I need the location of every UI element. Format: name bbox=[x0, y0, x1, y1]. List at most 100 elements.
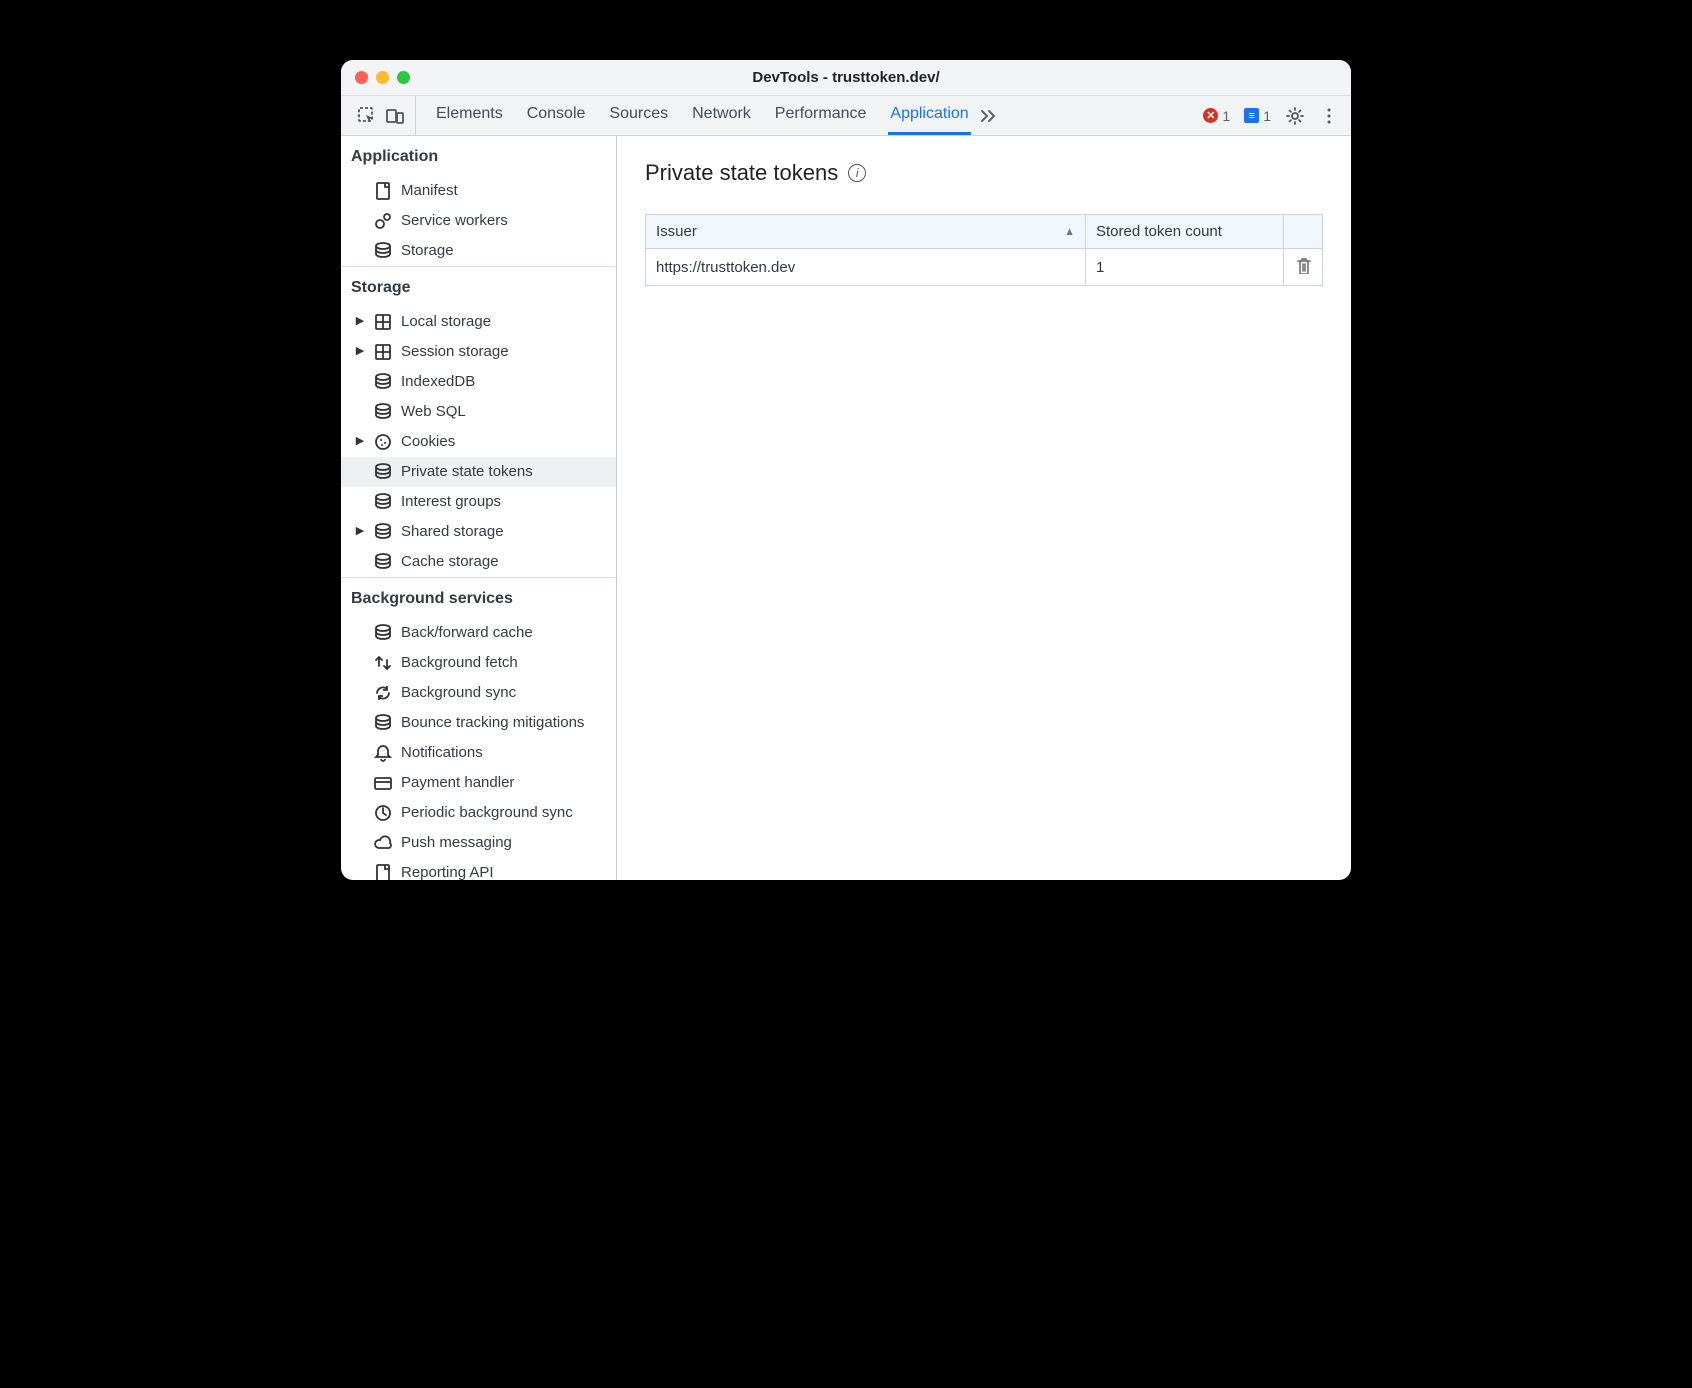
bell-icon bbox=[373, 743, 393, 763]
sidebar-item-label: Payment handler bbox=[401, 774, 608, 792]
tab-sources[interactable]: Sources bbox=[607, 96, 670, 135]
sidebar-item-label: Shared storage bbox=[401, 523, 608, 541]
sidebar-item-back-forward-cache[interactable]: ▶Back/forward cache bbox=[341, 618, 616, 648]
sidebar-item-payment-handler[interactable]: ▶Payment handler bbox=[341, 768, 616, 798]
column-header-count[interactable]: Stored token count bbox=[1086, 215, 1284, 249]
sidebar-item-background-sync[interactable]: ▶Background sync bbox=[341, 678, 616, 708]
sidebar-item-cookies[interactable]: ▶ Cookies bbox=[341, 427, 616, 457]
db-icon bbox=[373, 713, 393, 733]
sidebar-item-notifications[interactable]: ▶Notifications bbox=[341, 738, 616, 768]
sidebar-item-reporting-api[interactable]: ▶Reporting API bbox=[341, 858, 616, 880]
error-badge[interactable]: ✕ 1 bbox=[1203, 108, 1230, 124]
sidebar-item-label: Local storage bbox=[401, 313, 608, 331]
expand-caret-icon[interactable]: ▶ bbox=[355, 435, 365, 448]
sidebar-item-periodic-background-sync[interactable]: ▶Periodic background sync bbox=[341, 798, 616, 828]
titlebar: DevTools - trusttoken.dev/ bbox=[341, 60, 1351, 96]
more-menu-icon[interactable] bbox=[1319, 106, 1339, 126]
sidebar-item-label: Cookies bbox=[401, 433, 608, 451]
sidebar-item-storage[interactable]: ▶Storage bbox=[341, 236, 616, 266]
grid-icon bbox=[373, 342, 393, 362]
devtools-tabstrip: Elements Console Sources Network Performance… bbox=[341, 96, 1351, 136]
db-icon bbox=[373, 552, 393, 572]
sidebar-item-label: Bounce tracking mitigations bbox=[401, 714, 608, 732]
cookie-icon bbox=[373, 432, 393, 452]
close-window-button[interactable] bbox=[355, 71, 368, 84]
traffic-lights bbox=[355, 71, 410, 84]
sidebar-item-session-storage[interactable]: ▶ Session storage bbox=[341, 337, 616, 367]
expand-caret-icon[interactable]: ▶ bbox=[355, 315, 365, 328]
tokens-table: Issuer ▲ Stored token count https://trus… bbox=[645, 214, 1323, 286]
tab-performance[interactable]: Performance bbox=[773, 96, 869, 135]
sidebar-item-bounce-tracking-mitigations[interactable]: ▶Bounce tracking mitigations bbox=[341, 708, 616, 738]
table-row[interactable]: https://trusttoken.dev1 bbox=[646, 249, 1323, 286]
db-icon bbox=[373, 241, 393, 261]
clock-icon bbox=[373, 803, 393, 823]
column-header-issuer[interactable]: Issuer ▲ bbox=[646, 215, 1086, 249]
expand-caret-icon[interactable]: ▶ bbox=[355, 345, 365, 358]
sidebar-item-push-messaging[interactable]: ▶Push messaging bbox=[341, 828, 616, 858]
card-icon bbox=[373, 773, 393, 793]
window-title: DevTools - trusttoken.dev/ bbox=[341, 69, 1351, 86]
message-icon: ≡ bbox=[1244, 108, 1259, 123]
sidebar-item-label: IndexedDB bbox=[401, 373, 608, 391]
settings-icon[interactable] bbox=[1285, 106, 1305, 126]
more-tabs-button[interactable] bbox=[971, 96, 1007, 135]
db-icon bbox=[373, 372, 393, 392]
device-toolbar-icon[interactable] bbox=[385, 106, 405, 126]
panel-heading: Private state tokens bbox=[645, 160, 838, 186]
tab-network[interactable]: Network bbox=[690, 96, 753, 135]
sidebar-item-label: Reporting API bbox=[401, 864, 608, 880]
db-icon bbox=[373, 402, 393, 422]
sidebar-item-cache-storage[interactable]: ▶Cache storage bbox=[341, 547, 616, 577]
section-title: Storage bbox=[341, 267, 616, 307]
tab-application[interactable]: Application bbox=[888, 96, 970, 135]
sidebar-item-web-sql[interactable]: ▶Web SQL bbox=[341, 397, 616, 427]
sidebar-item-label: Interest groups bbox=[401, 493, 608, 511]
devtools-window: DevTools - trusttoken.dev/ Elements Conso… bbox=[341, 60, 1351, 880]
sidebar-item-label: Background fetch bbox=[401, 654, 608, 672]
sync-icon bbox=[373, 683, 393, 703]
delete-row-button[interactable] bbox=[1294, 256, 1312, 274]
cell-issuer: https://trusttoken.dev bbox=[646, 249, 1086, 286]
db-icon bbox=[373, 492, 393, 512]
maximize-window-button[interactable] bbox=[397, 71, 410, 84]
page-icon bbox=[373, 181, 393, 201]
gears-icon bbox=[373, 211, 393, 231]
sidebar-item-label: Manifest bbox=[401, 182, 608, 200]
sidebar-item-label: Push messaging bbox=[401, 834, 608, 852]
cell-count: 1 bbox=[1086, 249, 1284, 286]
expand-caret-icon[interactable]: ▶ bbox=[355, 525, 365, 538]
sidebar-item-label: Storage bbox=[401, 242, 608, 260]
sidebar-item-manifest[interactable]: ▶Manifest bbox=[341, 176, 616, 206]
main-panel: Private state tokens i Issuer ▲ Stored t… bbox=[617, 136, 1351, 880]
sidebar-item-label: Web SQL bbox=[401, 403, 608, 421]
db-icon bbox=[373, 522, 393, 542]
section-title: Background services bbox=[341, 578, 616, 618]
sidebar-item-shared-storage[interactable]: ▶ Shared storage bbox=[341, 517, 616, 547]
sidebar-item-label: Cache storage bbox=[401, 553, 608, 571]
message-count: 1 bbox=[1263, 108, 1271, 124]
message-badge[interactable]: ≡ 1 bbox=[1244, 108, 1271, 124]
tab-elements[interactable]: Elements bbox=[434, 96, 505, 135]
sidebar-item-indexeddb[interactable]: ▶IndexedDB bbox=[341, 367, 616, 397]
sidebar-item-background-fetch[interactable]: ▶Background fetch bbox=[341, 648, 616, 678]
swap-icon bbox=[373, 653, 393, 673]
error-count: 1 bbox=[1222, 108, 1230, 124]
inspect-icon[interactable] bbox=[357, 106, 377, 126]
sidebar-item-label: Service workers bbox=[401, 212, 608, 230]
application-sidebar: Application▶Manifest▶Service workers▶Sto… bbox=[341, 136, 617, 880]
db-icon bbox=[373, 462, 393, 482]
db-icon bbox=[373, 623, 393, 643]
sidebar-item-private-state-tokens[interactable]: ▶Private state tokens bbox=[341, 457, 616, 487]
sidebar-item-label: Session storage bbox=[401, 343, 608, 361]
sidebar-item-local-storage[interactable]: ▶ Local storage bbox=[341, 307, 616, 337]
tab-console[interactable]: Console bbox=[525, 96, 588, 135]
sidebar-item-interest-groups[interactable]: ▶Interest groups bbox=[341, 487, 616, 517]
page-icon bbox=[373, 863, 393, 880]
error-icon: ✕ bbox=[1203, 108, 1218, 123]
cloud-icon bbox=[373, 833, 393, 853]
minimize-window-button[interactable] bbox=[376, 71, 389, 84]
info-icon[interactable]: i bbox=[848, 164, 866, 182]
sidebar-item-service-workers[interactable]: ▶Service workers bbox=[341, 206, 616, 236]
column-header-actions bbox=[1284, 215, 1323, 249]
